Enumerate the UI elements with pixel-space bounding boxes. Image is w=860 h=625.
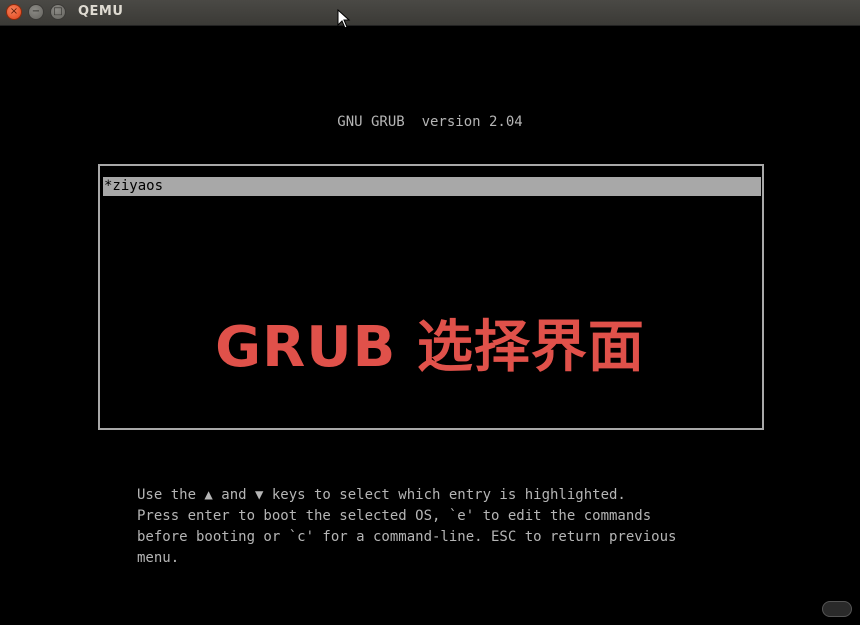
close-icon[interactable]: ×: [6, 4, 22, 20]
minimize-icon[interactable]: −: [28, 4, 44, 20]
mouse-pointer-icon: [337, 9, 351, 29]
help-line: Press enter to boot the selected OS, `e'…: [137, 508, 652, 524]
maximize-icon[interactable]: □: [50, 4, 66, 20]
help-line: Use the ▲ and ▼ keys to select which ent…: [137, 487, 626, 503]
overlay-caption: GRUB 选择界面: [215, 315, 645, 380]
boot-menu-entry-selected[interactable]: *ziyaos: [103, 177, 761, 196]
grub-help-text: Use the ▲ and ▼ keys to select which ent…: [137, 464, 676, 590]
help-line: before booting or `c' for a command-line…: [137, 529, 677, 545]
qemu-window: × − □ QEMU GNU GRUB version 2.04 *ziyaos…: [0, 0, 860, 625]
boot-menu: *ziyaos: [98, 164, 764, 430]
grub-version-header: GNU GRUB version 2.04: [337, 114, 523, 130]
window-title: QEMU: [78, 4, 124, 19]
help-line: menu.: [137, 550, 180, 566]
watermark-badge: [822, 601, 852, 617]
window-titlebar[interactable]: × − □ QEMU: [0, 0, 860, 26]
